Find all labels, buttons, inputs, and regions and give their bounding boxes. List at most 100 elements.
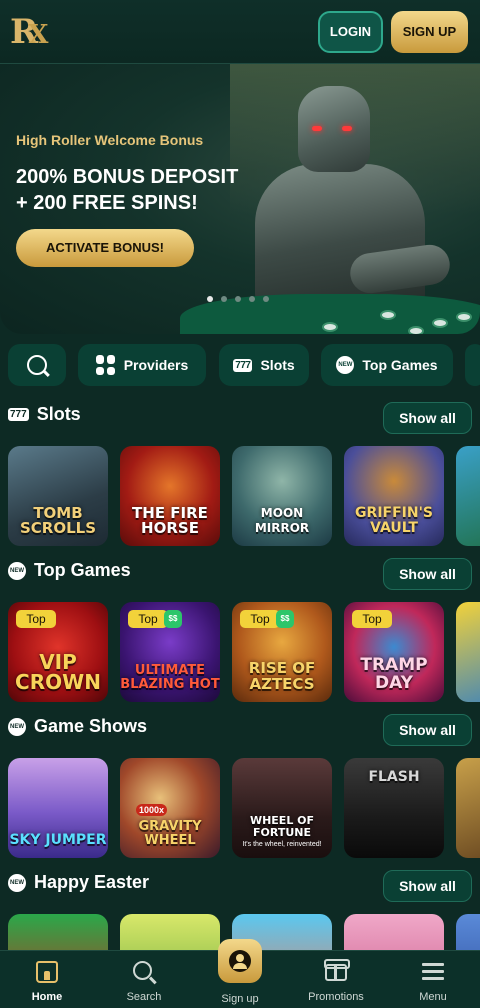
section-title: 777 Slots: [8, 404, 81, 425]
game-title: ULTIMATE BLAZING HOT: [120, 663, 220, 692]
game-tile[interactable]: Top TRAMP DAY: [344, 602, 444, 702]
signup-fab[interactable]: [218, 939, 262, 983]
show-all-button[interactable]: Show all: [383, 714, 472, 746]
category-top-games[interactable]: NEW Top Games: [321, 344, 453, 386]
carousel-dot[interactable]: [235, 296, 241, 302]
section-header-slots: 777 Slots Show all: [0, 402, 480, 436]
section-title-text: Top Games: [34, 560, 131, 580]
game-tile[interactable]: [344, 914, 444, 954]
section-title: NEW Happy Easter: [8, 872, 149, 893]
robot-eye: [342, 126, 352, 131]
777-icon: 777: [8, 408, 29, 421]
game-tile[interactable]: Top $$ ULTIMATE BLAZING HOT: [120, 602, 220, 702]
home-icon: [36, 961, 58, 983]
new-badge-icon: NEW: [8, 561, 26, 580]
section-title: NEW Top Games: [8, 560, 131, 581]
game-tile[interactable]: GRIFFIN'S VAULT: [344, 446, 444, 546]
game-tile[interactable]: THE FIRE HORSE: [120, 446, 220, 546]
game-title: THE FIRE HORSE: [132, 504, 208, 537]
show-all-button[interactable]: Show all: [383, 870, 472, 902]
carousel-dots: [207, 296, 269, 302]
nav-signup[interactable]: Sign up: [200, 939, 280, 1008]
section-title-text: Slots: [36, 404, 81, 424]
carousel-dot[interactable]: [221, 296, 227, 302]
bottom-nav: Home Search Sign up Promotions Menu: [0, 939, 480, 1008]
robot-eye: [312, 126, 322, 131]
show-all-button[interactable]: Show all: [383, 558, 472, 590]
game-tile[interactable]: [120, 914, 220, 954]
game-row-game-shows: SKY JUMPER 1000x GRAVITY WHEEL WHEEL OF …: [0, 758, 480, 858]
game-title: TOMB SCROLLS: [19, 504, 97, 537]
game-tile[interactable]: [8, 914, 108, 954]
game-title: SKY JUMPER: [9, 832, 107, 848]
logo-letter: R: [10, 12, 38, 52]
game-tile[interactable]: FLASH: [344, 758, 444, 858]
search-icon: [133, 961, 152, 980]
game-tile[interactable]: TOMB SCROLLS: [8, 446, 108, 546]
carousel-dot[interactable]: [207, 296, 213, 302]
game-title: TRAMP DAY: [360, 655, 428, 693]
game-row-top-games: Top VIP CROWN Top $$ ULTIMATE BLAZING HO…: [0, 602, 480, 702]
category-providers[interactable]: Providers: [78, 344, 206, 386]
gift-icon: [324, 959, 350, 981]
login-button[interactable]: LOGIN: [318, 11, 383, 53]
game-title: MOON MIRROR: [254, 506, 310, 535]
game-tile-partial[interactable]: [456, 602, 480, 702]
signup-button[interactable]: SIGN UP: [391, 11, 468, 53]
game-tile[interactable]: 1000x GRAVITY WHEEL: [120, 758, 220, 858]
activate-bonus-button[interactable]: ACTIVATE BONUS!: [16, 229, 194, 267]
nav-home[interactable]: Home: [7, 951, 87, 1008]
game-row-slots: TOMB SCROLLS THE FIRE HORSE MOON MIRROR …: [0, 446, 480, 546]
section-header-game-shows: NEW Game Shows Show all: [0, 714, 480, 748]
top-badge: Top: [352, 610, 392, 628]
game-tile[interactable]: WHEEL OF FORTUNE It's the wheel, reinven…: [232, 758, 332, 858]
new-badge-icon: NEW: [8, 873, 26, 892]
show-all-button[interactable]: Show all: [383, 402, 472, 434]
user-icon: [229, 950, 251, 972]
777-icon: 777: [233, 358, 253, 372]
category-search-button[interactable]: [8, 344, 66, 386]
game-tile[interactable]: MOON MIRROR: [232, 446, 332, 546]
chip-icon: [322, 322, 338, 332]
brand-logo[interactable]: RX: [10, 10, 52, 54]
carousel-dot[interactable]: [263, 296, 269, 302]
category-slots[interactable]: 777 Slots: [219, 344, 309, 386]
game-tile-partial[interactable]: [456, 446, 480, 546]
game-title: FLASH: [368, 769, 420, 785]
hero-subtitle: High Roller Welcome Bonus: [16, 132, 204, 148]
game-title: GRAVITY WHEEL: [138, 819, 202, 848]
nav-label: Sign up: [221, 993, 259, 1005]
category-nav: Providers 777 Slots NEW Top Games: [0, 344, 480, 388]
robot-head-illustration: [298, 86, 370, 172]
game-tile-partial[interactable]: [456, 758, 480, 858]
chip-icon: [408, 326, 424, 334]
category-more[interactable]: [465, 344, 480, 386]
menu-icon: [422, 961, 444, 983]
nav-label: Home: [31, 991, 63, 1003]
game-tile-partial[interactable]: [456, 914, 480, 954]
hero-title-line: 200% BONUS DEPOSIT: [16, 166, 239, 188]
game-tile[interactable]: Top VIP CROWN: [8, 602, 108, 702]
game-tile[interactable]: Top $$ RISE OF AZTECS: [232, 602, 332, 702]
nav-promotions[interactable]: Promotions: [296, 951, 376, 1008]
nav-menu[interactable]: Menu: [393, 951, 473, 1008]
game-tile[interactable]: SKY JUMPER: [8, 758, 108, 858]
new-badge-icon: NEW: [8, 717, 26, 736]
search-icon: [27, 355, 47, 375]
chip-icon: [456, 312, 472, 322]
hero-title-line: + 200 FREE SPINS!: [16, 192, 198, 214]
top-header: RX LOGIN SIGN UP: [0, 0, 480, 64]
game-title: RISE OF AZTECS: [248, 659, 316, 693]
logo-mark: X: [28, 20, 48, 50]
section-title: NEW Game Shows: [8, 716, 147, 737]
game-title: WHEEL OF FORTUNE: [249, 814, 315, 839]
game-title: GRIFFIN'S VAULT: [355, 505, 433, 536]
nav-search[interactable]: Search: [104, 951, 184, 1008]
grid-icon: [95, 355, 116, 375]
hero-banner[interactable]: High Roller Welcome Bonus 200% BONUS DEP…: [0, 64, 480, 334]
category-label: Top Games: [362, 357, 438, 373]
new-badge-icon: NEW: [336, 356, 355, 374]
category-label: Providers: [123, 357, 189, 373]
section-header-top-games: NEW Top Games Show all: [0, 558, 480, 592]
carousel-dot[interactable]: [249, 296, 255, 302]
